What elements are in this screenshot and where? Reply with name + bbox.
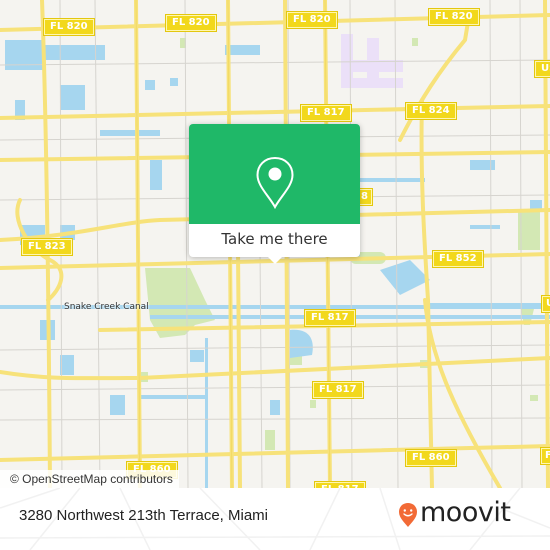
map-attribution[interactable]: © OpenStreetMap contributors [0, 470, 179, 488]
route-shield-fl817: FL 817 [300, 104, 352, 122]
moovit-wordmark: moovit [420, 497, 511, 528]
route-shield-fl820: FL 820 [428, 8, 480, 26]
route-shield-us: US [533, 60, 550, 78]
footer-bar: 3280 Northwest 213th Terrace, Miami moov… [0, 488, 550, 550]
route-shield-fl860: FL 860 [405, 449, 457, 467]
moovit-logo[interactable]: moovit [398, 497, 538, 535]
route-shield-fl820: FL 820 [43, 18, 95, 36]
route-shield-partial: F [540, 447, 550, 465]
canal-label: Snake Creek Canal [64, 302, 149, 312]
route-shield-fl817: FL 817 [312, 381, 364, 399]
route-shield-fl820: FL 820 [165, 14, 217, 32]
take-me-there-button[interactable]: Take me there [189, 225, 360, 253]
route-shield-us: U [540, 295, 550, 313]
popup-header [189, 124, 360, 224]
route-shield-fl824: FL 824 [405, 102, 457, 120]
popup-pointer [267, 256, 283, 264]
route-shield-fl852: FL 852 [432, 250, 484, 268]
moovit-smiley-pin-icon [399, 503, 417, 527]
route-shield-fl820: FL 820 [286, 11, 338, 29]
map-pin-icon [256, 156, 294, 210]
destination-address: 3280 Northwest 213th Terrace, Miami [19, 507, 269, 524]
route-shield-fl817: FL 817 [304, 309, 356, 327]
map-view[interactable]: FL 820 FL 820 FL 820 FL 820 FL 817 FL 82… [0, 0, 550, 488]
route-shield-fl823: FL 823 [21, 238, 73, 256]
location-popup[interactable]: Take me there [189, 124, 360, 264]
